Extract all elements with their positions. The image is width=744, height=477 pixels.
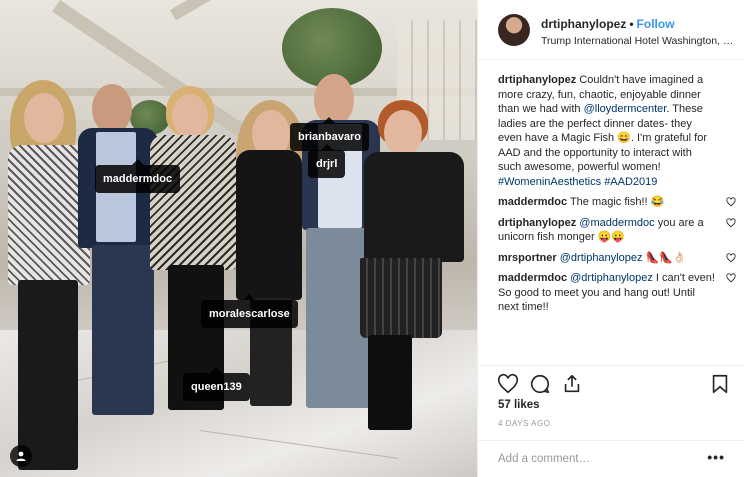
likes-count[interactable]: 57 likes bbox=[498, 399, 540, 411]
caption-hashtag[interactable]: #WomeninAesthetics bbox=[498, 176, 601, 188]
comment-like-icon[interactable] bbox=[726, 273, 736, 283]
comment-item: drtiphanylopez @maddermdoc you are a uni… bbox=[498, 216, 738, 245]
post-photo[interactable]: maddermdoc brianbavaro drjrl moralescarl… bbox=[0, 0, 477, 477]
comment-like-icon[interactable] bbox=[726, 252, 736, 263]
caption-user[interactable]: drtiphanylopez bbox=[498, 74, 576, 86]
comment-like-icon[interactable] bbox=[726, 197, 736, 207]
comment-item: maddermdoc @drtiphanylopez I can't even!… bbox=[498, 271, 738, 315]
share-icon[interactable] bbox=[561, 373, 583, 395]
post-header: drtiphanylopez • Follow Trump Internationa… bbox=[478, 0, 744, 60]
comments-section: drtiphanylopez Couldn't have imagined a … bbox=[498, 73, 738, 321]
heart-icon[interactable] bbox=[497, 373, 519, 395]
user-tags-button[interactable] bbox=[10, 445, 32, 467]
comment-text: The magic fish!! 😂 bbox=[569, 196, 665, 208]
photo-tag[interactable]: moralescarlose bbox=[201, 294, 298, 328]
action-bar bbox=[478, 365, 744, 401]
comment-mention[interactable]: @drtiphanylopez bbox=[560, 252, 643, 264]
comment-user[interactable]: maddermdoc bbox=[498, 272, 567, 284]
author-username[interactable]: drtiphanylopez bbox=[541, 17, 626, 31]
post-date[interactable]: 4 DAYS AGO bbox=[498, 419, 550, 428]
comment-text: 👠👠👌🏻 bbox=[642, 251, 687, 264]
separator-dot: • bbox=[629, 17, 634, 31]
comment-item: mrsportner @drtiphanylopez 👠👠👌🏻 bbox=[498, 251, 738, 266]
caption-hashtag[interactable]: #AAD2019 bbox=[604, 176, 657, 188]
photo-tag[interactable]: maddermdoc bbox=[95, 159, 181, 193]
avatar[interactable] bbox=[498, 14, 530, 46]
comment-user[interactable]: mrsportner bbox=[498, 252, 557, 264]
caption: drtiphanylopez Couldn't have imagined a … bbox=[498, 73, 738, 189]
comment-user[interactable]: drtiphanylopez bbox=[498, 217, 576, 229]
comment-user[interactable]: maddermdoc bbox=[498, 196, 567, 208]
comment-mention[interactable]: @maddermdoc bbox=[579, 217, 654, 229]
header-name-row: drtiphanylopez • Follow bbox=[541, 17, 675, 31]
comment-input[interactable] bbox=[498, 450, 698, 468]
post-sidebar: drtiphanylopez • Follow Trump Internationa… bbox=[477, 0, 744, 477]
bookmark-icon[interactable] bbox=[709, 373, 731, 395]
comment-like-icon[interactable] bbox=[726, 217, 736, 228]
photo-tag[interactable]: drjrl bbox=[308, 144, 346, 178]
comment-icon[interactable] bbox=[529, 373, 551, 395]
user-tags-icon bbox=[16, 451, 26, 461]
comment-item: maddermdoc The magic fish!! 😂 bbox=[498, 195, 738, 210]
location-link[interactable]: Trump International Hotel Washington, D.… bbox=[541, 35, 736, 47]
follow-button[interactable]: Follow bbox=[637, 17, 675, 31]
photo-tag[interactable]: queen139 bbox=[183, 367, 250, 401]
caption-mention[interactable]: @lloydermcenter bbox=[584, 103, 667, 115]
comment-mention[interactable]: @drtiphanylopez bbox=[570, 272, 653, 284]
add-comment-bar: ••• bbox=[478, 440, 744, 477]
more-options-icon[interactable]: ••• bbox=[707, 449, 725, 465]
